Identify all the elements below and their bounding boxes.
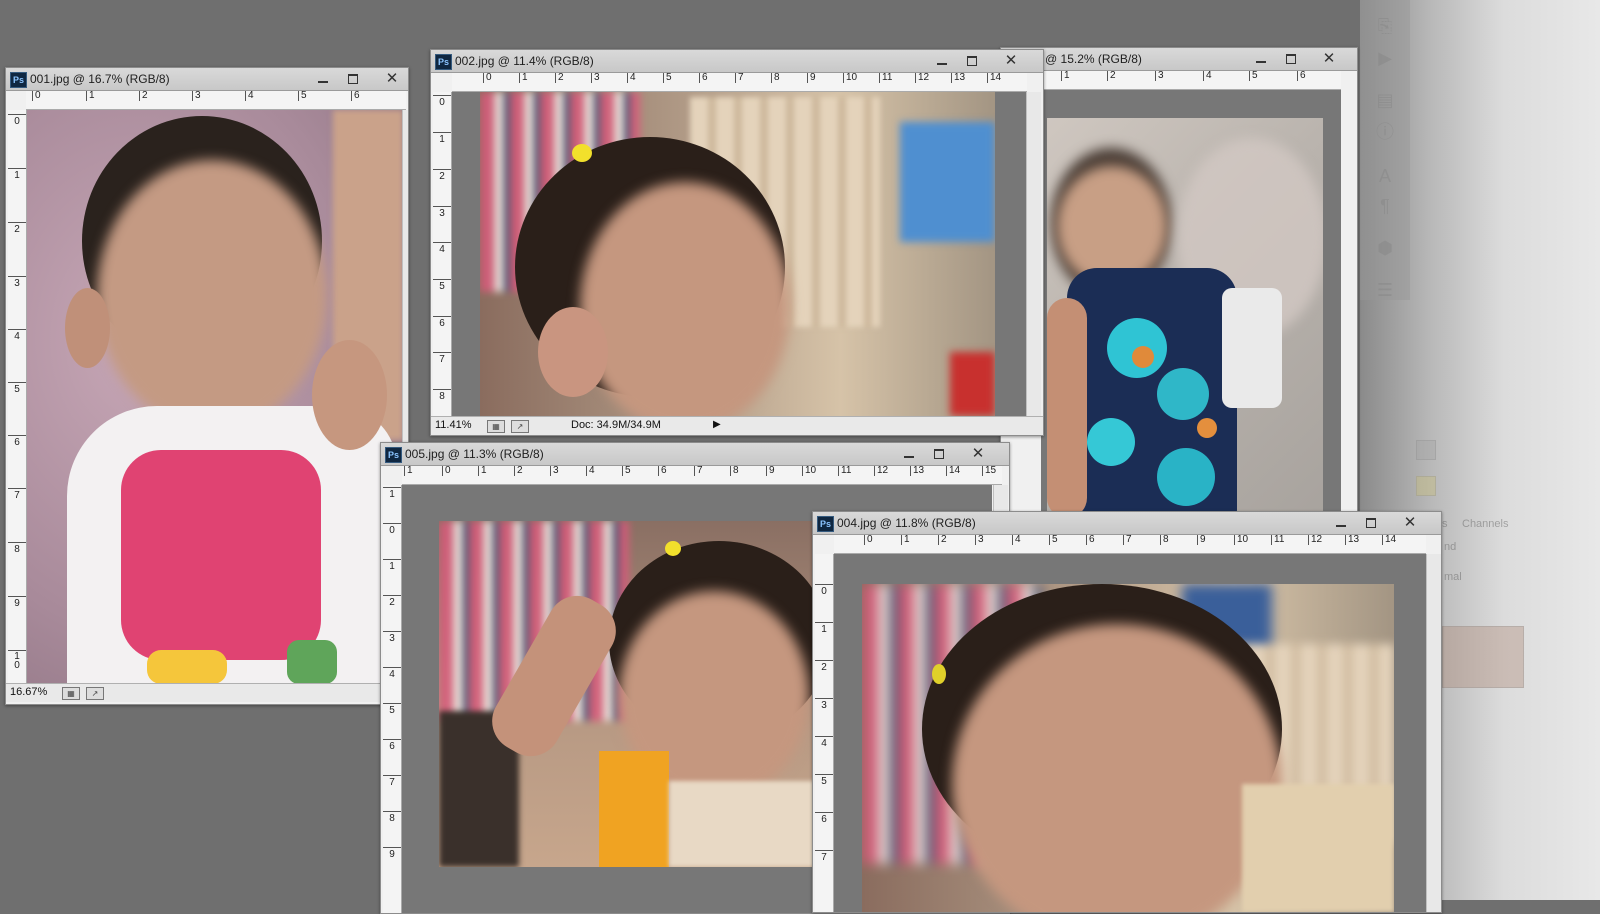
horizontal-ruler: 0 1 2 3 4 5 6 7 8 9 10 11 12 13 14 <box>834 535 1426 554</box>
close-button[interactable]: ✕ <box>997 52 1025 69</box>
layers-icon[interactable]: ▤ <box>1372 88 1398 112</box>
blend-mode-select[interactable]: nd <box>1444 541 1456 553</box>
document-canvas[interactable] <box>1041 90 1341 518</box>
photo-image <box>1047 118 1323 518</box>
status-menu-arrow-icon[interactable]: ▶ <box>713 419 721 430</box>
document-window-004[interactable]: Ps 004.jpg @ 11.8% (RGB/8) ✕ 0 1 2 3 4 5… <box>812 511 1442 913</box>
minimize-button[interactable] <box>928 52 956 69</box>
zoom-level[interactable]: 11.41% <box>435 419 472 431</box>
photo-image <box>480 92 995 416</box>
window-title: @ 15.2% (RGB/8) <box>1045 52 1142 66</box>
status-bar: 11.41% ▦ ↗ Doc: 34.9M/34.9M ▶ <box>431 416 1043 435</box>
photo-image <box>439 521 859 867</box>
minimize-button[interactable] <box>1327 514 1355 531</box>
properties-icon[interactable]: ☰ <box>1372 278 1398 302</box>
vertical-ruler: 0 1 2 3 4 5 6 7 8 <box>433 92 452 416</box>
maximize-button[interactable] <box>1357 514 1385 531</box>
share-icon[interactable]: ↗ <box>86 687 104 700</box>
horizontal-ruler: 1 0 1 2 3 4 5 6 7 8 9 10 11 12 13 14 15 <box>402 466 1002 485</box>
vertical-ruler: 0 1 2 3 4 5 6 7 8 9 1 0 <box>8 110 27 684</box>
panel-swatch-icon[interactable] <box>1416 440 1436 460</box>
horizontal-ruler: 1 2 3 4 5 6 <box>1041 71 1341 90</box>
vertical-scrollbar[interactable] <box>1426 554 1441 912</box>
maximize-button[interactable] <box>1277 50 1305 67</box>
window-titlebar[interactable]: Ps 004.jpg @ 11.8% (RGB/8) ✕ <box>813 512 1441 535</box>
paragraph-icon[interactable]: ¶ <box>1372 194 1398 218</box>
close-button[interactable]: ✕ <box>1315 50 1343 67</box>
opacity-field[interactable]: mal <box>1444 571 1462 583</box>
vertical-ruler: 1 0 1 2 3 4 5 6 7 8 9 <box>383 485 402 913</box>
layer-thumbnail[interactable] <box>1442 626 1524 688</box>
maximize-button[interactable] <box>339 70 367 87</box>
3d-icon[interactable]: ⬢ <box>1372 236 1398 260</box>
document-window-001[interactable]: Ps 001.jpg @ 16.7% (RGB/8) ✕ 0 1 2 3 4 5… <box>5 67 409 705</box>
window-titlebar[interactable]: Ps 002.jpg @ 11.4% (RGB/8) ✕ <box>431 50 1043 73</box>
ps-icon: Ps <box>385 447 402 463</box>
channels-tab[interactable]: Channels <box>1462 518 1508 530</box>
zoom-level[interactable]: 16.67% <box>10 686 47 698</box>
minimize-button[interactable] <box>1247 50 1275 67</box>
minimize-button[interactable] <box>309 70 337 87</box>
info-icon[interactable]: ⓘ <box>1372 120 1398 144</box>
play-icon[interactable]: ▶ <box>1372 46 1398 70</box>
vertical-ruler: 0 1 2 3 4 5 6 7 <box>815 554 834 912</box>
document-canvas[interactable] <box>27 110 403 684</box>
window-title: 004.jpg @ 11.8% (RGB/8) <box>837 516 976 530</box>
photo-image <box>862 584 1394 912</box>
window-title: 001.jpg @ 16.7% (RGB/8) <box>30 72 170 86</box>
maximize-button[interactable] <box>925 445 953 462</box>
status-bar: 16.67% ▦ ↗ <box>6 683 408 702</box>
tool-strip: ⎘ ▶ ▤ ⓘ A ¶ ⬢ ☰ <box>1360 0 1410 300</box>
close-button[interactable]: ✕ <box>1396 514 1424 531</box>
document-window-003[interactable]: @ 15.2% (RGB/8) ✕ 1 2 3 4 5 6 <box>1000 47 1358 519</box>
window-title: 002.jpg @ 11.4% (RGB/8) <box>455 54 594 68</box>
horizontal-ruler: 0 1 2 3 4 5 6 <box>26 91 406 110</box>
panel-color-icon[interactable] <box>1416 476 1436 496</box>
vertical-scrollbar[interactable] <box>1026 92 1041 416</box>
window-titlebar[interactable]: @ 15.2% (RGB/8) ✕ <box>1001 48 1357 71</box>
document-canvas[interactable] <box>834 554 1426 912</box>
history-icon[interactable]: ⎘ <box>1372 14 1398 38</box>
photo-image <box>27 110 403 684</box>
maximize-button[interactable] <box>958 52 986 69</box>
ps-icon: Ps <box>10 72 27 88</box>
window-title: 005.jpg @ 11.3% (RGB/8) <box>405 447 544 461</box>
ps-icon: Ps <box>817 516 834 532</box>
character-icon[interactable]: A <box>1372 164 1398 188</box>
gpu-icon[interactable]: ▦ <box>487 420 505 433</box>
share-icon[interactable]: ↗ <box>511 420 529 433</box>
close-button[interactable]: ✕ <box>378 70 406 87</box>
ps-icon: Ps <box>435 54 452 70</box>
document-size: Doc: 34.9M/34.9M <box>571 419 661 431</box>
window-titlebar[interactable]: Ps 001.jpg @ 16.7% (RGB/8) ✕ <box>6 68 408 91</box>
horizontal-ruler: 0 1 2 3 4 5 6 7 8 9 10 11 12 13 14 <box>452 73 1027 92</box>
minimize-button[interactable] <box>895 445 923 462</box>
document-canvas[interactable] <box>452 92 1027 416</box>
window-titlebar[interactable]: Ps 005.jpg @ 11.3% (RGB/8) ✕ <box>381 443 1009 466</box>
gpu-icon[interactable]: ▦ <box>62 687 80 700</box>
document-window-002[interactable]: Ps 002.jpg @ 11.4% (RGB/8) ✕ 0 1 2 3 4 5… <box>430 49 1044 436</box>
panel-tab-prefix: s <box>1442 518 1448 530</box>
close-button[interactable]: ✕ <box>964 445 992 462</box>
